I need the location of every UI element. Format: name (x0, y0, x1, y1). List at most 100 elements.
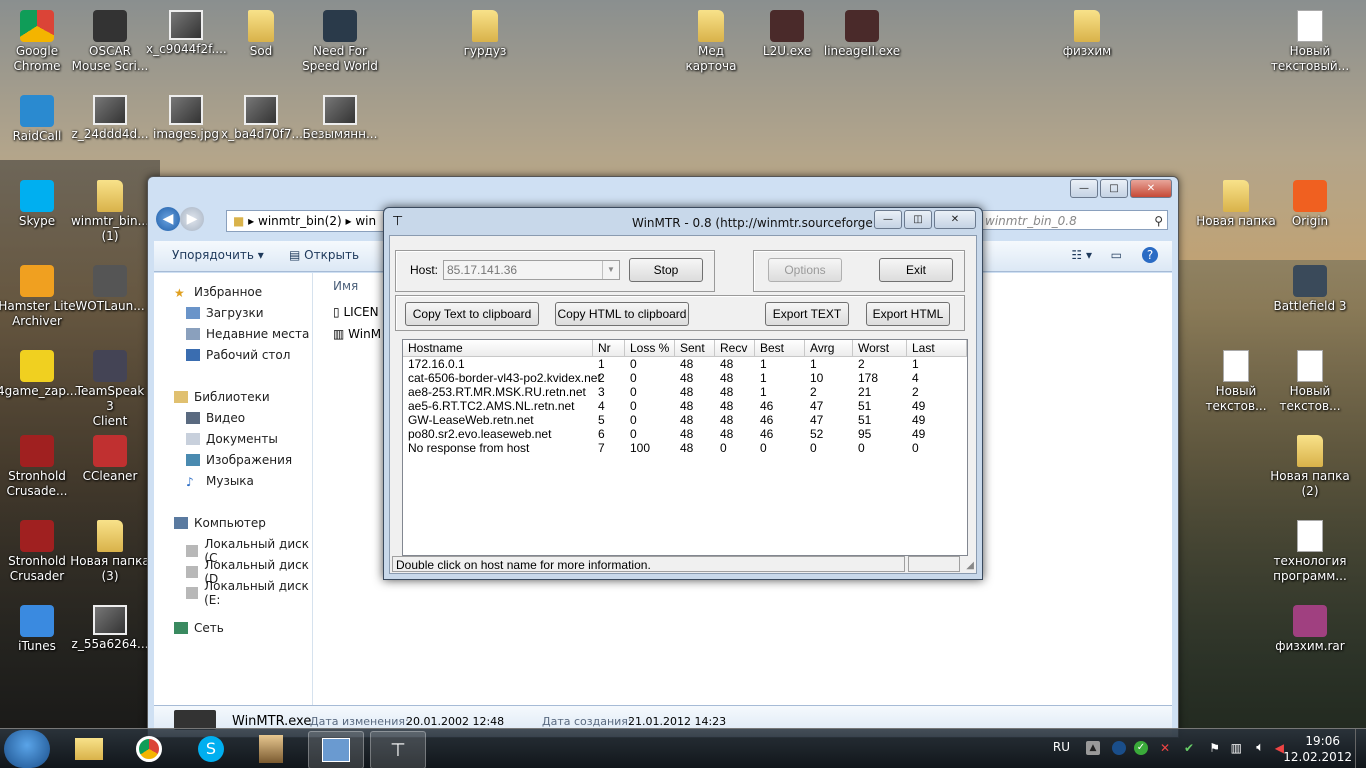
nav-desktop[interactable]: Рабочий стол (186, 348, 290, 362)
stop-button[interactable]: Stop (629, 258, 703, 282)
desktop-icon-item[interactable]: Sod (221, 10, 301, 59)
column-header[interactable]: Best (755, 340, 805, 356)
desktop-icon-item[interactable]: z_55a6264... (70, 605, 150, 652)
minimize-button[interactable]: — (874, 210, 902, 229)
nav-music[interactable]: ♪Музыка (186, 474, 254, 488)
column-header[interactable]: Last (907, 340, 967, 356)
nav-downloads[interactable]: Загрузки (186, 306, 264, 320)
clock-time[interactable]: 19:06 (1305, 734, 1340, 748)
address-bar[interactable]: ■ ▸ winmtr_bin(2) ▸ win (226, 210, 394, 232)
desktop-icon-item[interactable]: Need For Speed World (300, 10, 380, 74)
nav-recent[interactable]: Недавние места (186, 327, 309, 341)
tray-check-icon[interactable]: ✔ (1184, 741, 1194, 755)
desktop-icon-item[interactable]: Новая папка (3) (70, 520, 150, 584)
close-button[interactable]: ✕ (934, 210, 976, 229)
column-header[interactable]: Avrg (805, 340, 853, 356)
taskbar-winmtr-icon[interactable]: ⊤ (370, 731, 426, 768)
export-text-button[interactable]: Export TEXT (765, 302, 849, 326)
taskbar-app-icon[interactable] (308, 731, 364, 768)
table-row[interactable]: ae5-6.RT.TC2.AMS.NL.retn.net404848464751… (403, 399, 967, 413)
desktop-icon-item[interactable]: технология программ... (1270, 520, 1350, 584)
desktop-icon-item[interactable]: x_ba4d70f7.... (221, 95, 301, 142)
minimize-button[interactable]: — (1070, 179, 1098, 198)
tray-expand-icon[interactable]: ▲ (1086, 741, 1100, 755)
taskbar-chrome-icon[interactable] (122, 731, 176, 767)
search-icon[interactable]: ⚲ (1154, 211, 1163, 231)
nav-images[interactable]: Изображения (186, 453, 292, 467)
resize-grip-icon[interactable]: ◢ (966, 560, 974, 571)
desktop-icon-item[interactable]: 4game_zap... (0, 350, 77, 399)
table-row[interactable]: cat-6506-border-vl43-po2.kvidex.net20484… (403, 371, 967, 385)
nav-network[interactable]: Сеть (174, 621, 224, 635)
desktop-icon-item[interactable]: TeamSpeak 3 Client (70, 350, 150, 429)
desktop-icon-item[interactable]: физхим.rar (1270, 605, 1350, 654)
breadcrumb-item[interactable]: winmtr_bin(2) (258, 214, 342, 228)
view-options-icon[interactable]: ☷ ▾ (1071, 248, 1092, 262)
export-html-button[interactable]: Export HTML (866, 302, 950, 326)
desktop-icon-item[interactable]: Origin (1270, 180, 1350, 229)
clock-date[interactable]: 12.02.2012 (1283, 750, 1352, 764)
desktop-icon-item[interactable]: Мед карточа (671, 10, 751, 74)
nav-video[interactable]: Видео (186, 411, 245, 425)
desktop-icon-item[interactable]: Google Chrome (0, 10, 77, 74)
table-row[interactable]: GW-LeaseWeb.retn.net50484846475149 (403, 413, 967, 427)
desktop-icon-item[interactable]: гурдуз (445, 10, 525, 59)
desktop-icon-item[interactable]: winmtr_bin... (1) (70, 180, 150, 244)
winmtr-window[interactable]: ⊤ WinMTR - 0.8 (http://winmtr.sourceforg… (383, 207, 983, 580)
desktop-icon-item[interactable]: images.jpg (146, 95, 226, 142)
desktop-icon-item[interactable]: z_24ddd4d... (70, 95, 150, 142)
volume-icon[interactable]: 🔈︎ (1256, 740, 1264, 755)
organize-menu[interactable]: Упорядочить ▾ (172, 248, 264, 262)
back-arrow-icon[interactable]: ◀ (156, 207, 180, 231)
desktop-icon-item[interactable]: Новый текстовый... (1270, 10, 1350, 74)
desktop-icon-item[interactable]: Новая папка (1196, 180, 1276, 229)
winmtr-titlebar[interactable]: ⊤ WinMTR - 0.8 (http://winmtr.sourceforg… (384, 208, 982, 234)
options-button[interactable]: Options (768, 258, 842, 282)
close-button[interactable]: ✕ (1130, 179, 1172, 198)
desktop-icon-item[interactable]: RaidCall (0, 95, 77, 144)
preview-pane-icon[interactable]: ▭ (1111, 248, 1122, 262)
taskbar-game-icon[interactable] (244, 731, 298, 767)
explorer-titlebar[interactable]: — □ ✕ (148, 177, 1178, 205)
desktop-icon-item[interactable]: Hamster Lite Archiver (0, 265, 77, 329)
copy-html-button[interactable]: Copy HTML to clipboard (555, 302, 689, 326)
desktop-icon-item[interactable]: CCleaner (70, 435, 150, 484)
taskbar-explorer-icon[interactable] (62, 731, 116, 767)
column-header[interactable]: Nr (593, 340, 625, 356)
column-header[interactable]: Loss % (625, 340, 675, 356)
desktop-icon-item[interactable]: физхим (1047, 10, 1127, 59)
file-item[interactable]: ▥ WinM (333, 327, 381, 341)
show-desktop-button[interactable] (1355, 729, 1366, 768)
chevron-down-icon[interactable]: ▼ (602, 261, 619, 279)
nav-documents[interactable]: Документы (186, 432, 278, 446)
open-button[interactable]: ▤ Открыть (289, 248, 359, 262)
column-header[interactable]: Recv (715, 340, 755, 356)
desktop-icon-item[interactable]: Новый текстов... (1196, 350, 1276, 414)
column-header[interactable]: Worst (853, 340, 907, 356)
desktop-icon-item[interactable]: WOTLaun... (70, 265, 150, 314)
desktop-icon-item[interactable]: Battlefield 3 (1270, 265, 1350, 314)
file-item[interactable]: ▯ LICEN (333, 305, 379, 319)
start-button[interactable] (4, 730, 50, 768)
help-icon[interactable]: ? (1142, 247, 1158, 263)
desktop-icon-item[interactable]: Безымянн... (300, 95, 380, 142)
column-header[interactable]: Sent (675, 340, 715, 356)
host-combobox[interactable]: 85.17.141.36 ▼ (443, 260, 620, 280)
nav-favorites[interactable]: ★Избранное (174, 285, 262, 299)
forward-arrow-icon[interactable]: ▶ (180, 207, 204, 231)
language-indicator[interactable]: RU (1053, 740, 1070, 754)
antivirus-icon[interactable]: ✓ (1134, 741, 1148, 755)
desktop-icon-item[interactable]: lineageII.exe (822, 10, 902, 59)
copy-text-button[interactable]: Copy Text to clipboard (405, 302, 539, 326)
column-header[interactable]: Hostname (403, 340, 593, 356)
nav-disk-e[interactable]: Локальный диск (E: (186, 579, 312, 607)
restore-button[interactable]: ◫ (904, 210, 932, 229)
breadcrumb-item[interactable]: win (355, 214, 376, 228)
nav-libraries[interactable]: Библиотеки (174, 390, 270, 404)
desktop-icon-item[interactable]: Новый текстов... (1270, 350, 1350, 414)
desktop-icon-item[interactable]: L2U.exe (747, 10, 827, 59)
nav-computer[interactable]: Компьютер (174, 516, 266, 530)
table-row[interactable]: No response from host71004800000 (403, 441, 967, 455)
desktop-icon-item[interactable]: x_c9044f2f.... (146, 10, 226, 57)
desktop-icon-item[interactable]: Skype (0, 180, 77, 229)
